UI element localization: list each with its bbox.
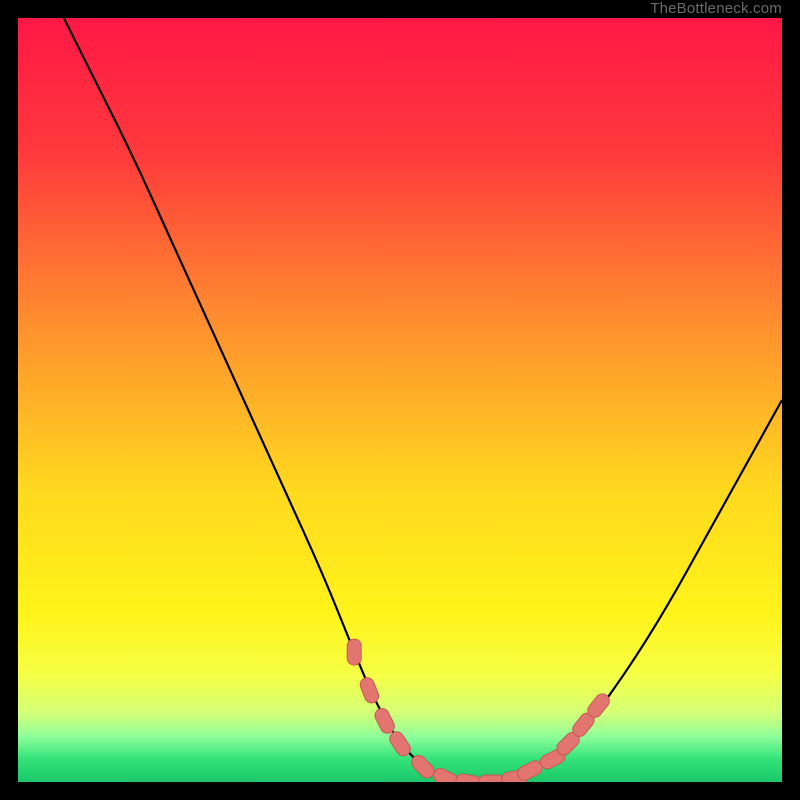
bottleneck-curve <box>18 18 782 782</box>
plot-area <box>18 18 782 782</box>
watermark-text: TheBottleneck.com <box>650 0 782 18</box>
chart-frame: TheBottleneck.com <box>0 0 800 800</box>
curve-marker <box>347 639 361 665</box>
curve-marker <box>479 775 505 782</box>
curve-marker <box>358 676 381 705</box>
